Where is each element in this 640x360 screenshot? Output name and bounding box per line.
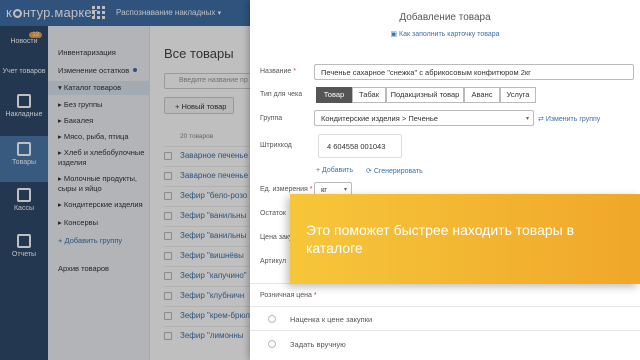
help-link[interactable]: ▣ Как заполнить карточку товара (250, 30, 640, 38)
check-type-service[interactable]: Услуга (500, 87, 536, 103)
retail-price-label-text: Розничная цена (260, 292, 312, 299)
radio-markup[interactable] (268, 315, 276, 323)
chevron-down-icon: ▾ (343, 187, 347, 193)
modal-backdrop[interactable] (0, 0, 250, 360)
barcode-label: Штрихкод (260, 142, 292, 149)
add-product-dialog: Добавление товара ▣ Как заполнить карточ… (250, 0, 640, 360)
check-type-label: Тип для чека (260, 91, 303, 98)
divider (250, 330, 640, 331)
tooltip-text: Это поможет быстрее находить товары в ка… (306, 222, 575, 256)
divider (250, 306, 640, 307)
add-barcode-label: Добавить (322, 167, 353, 174)
group-select[interactable]: Кондитерские изделия > Печенье ▾ (314, 110, 534, 126)
add-barcode-link[interactable]: + Добавить (316, 167, 353, 174)
unit-select-value: кг (321, 185, 328, 194)
check-type-tobacco[interactable]: Табак (352, 87, 386, 103)
dialog-title: Добавление товара (399, 12, 491, 23)
name-label: Название * (260, 68, 296, 75)
name-label-text: Название (260, 68, 292, 75)
chevron-down-icon: ▾ (525, 116, 529, 122)
radio-manual[interactable] (268, 340, 276, 348)
generate-barcode-link[interactable]: ⟳ Сгенерировать (366, 167, 423, 175)
group-label: Группа (260, 115, 283, 122)
radio-markup-label[interactable]: Наценка к цене закупки (290, 315, 372, 324)
unit-label: Ед. измерения * (260, 186, 313, 193)
retail-price-label: Розничная цена * (260, 292, 317, 299)
check-type-excise[interactable]: Подакцизный товар (386, 87, 464, 103)
generate-barcode-label: Сгенерировать (373, 168, 423, 175)
unit-label-text: Ед. измерения (260, 186, 308, 193)
purchase-price-label: Цена заку (260, 234, 293, 241)
radio-manual-label[interactable]: Задать вручную (290, 340, 346, 349)
check-type-advance[interactable]: Аванс (464, 87, 500, 103)
article-label: Артикул (260, 258, 287, 265)
group-select-value: Кондитерские изделия > Печенье (321, 114, 438, 123)
change-group-label: Изменить группу (545, 116, 601, 123)
tutorial-tooltip: Это поможет быстрее находить товары в ка… (290, 194, 640, 284)
name-field[interactable]: Печенье сахарное "снежка" с абрикосовым … (314, 64, 634, 80)
change-group-link[interactable]: ⇄ Изменить группу (538, 115, 600, 123)
barcode-value[interactable]: 4 604558 001043 (318, 134, 402, 158)
check-type-goods[interactable]: Товар (316, 87, 352, 103)
stock-label: Остаток (260, 210, 286, 217)
help-link-label: Как заполнить карточку товара (399, 31, 500, 38)
